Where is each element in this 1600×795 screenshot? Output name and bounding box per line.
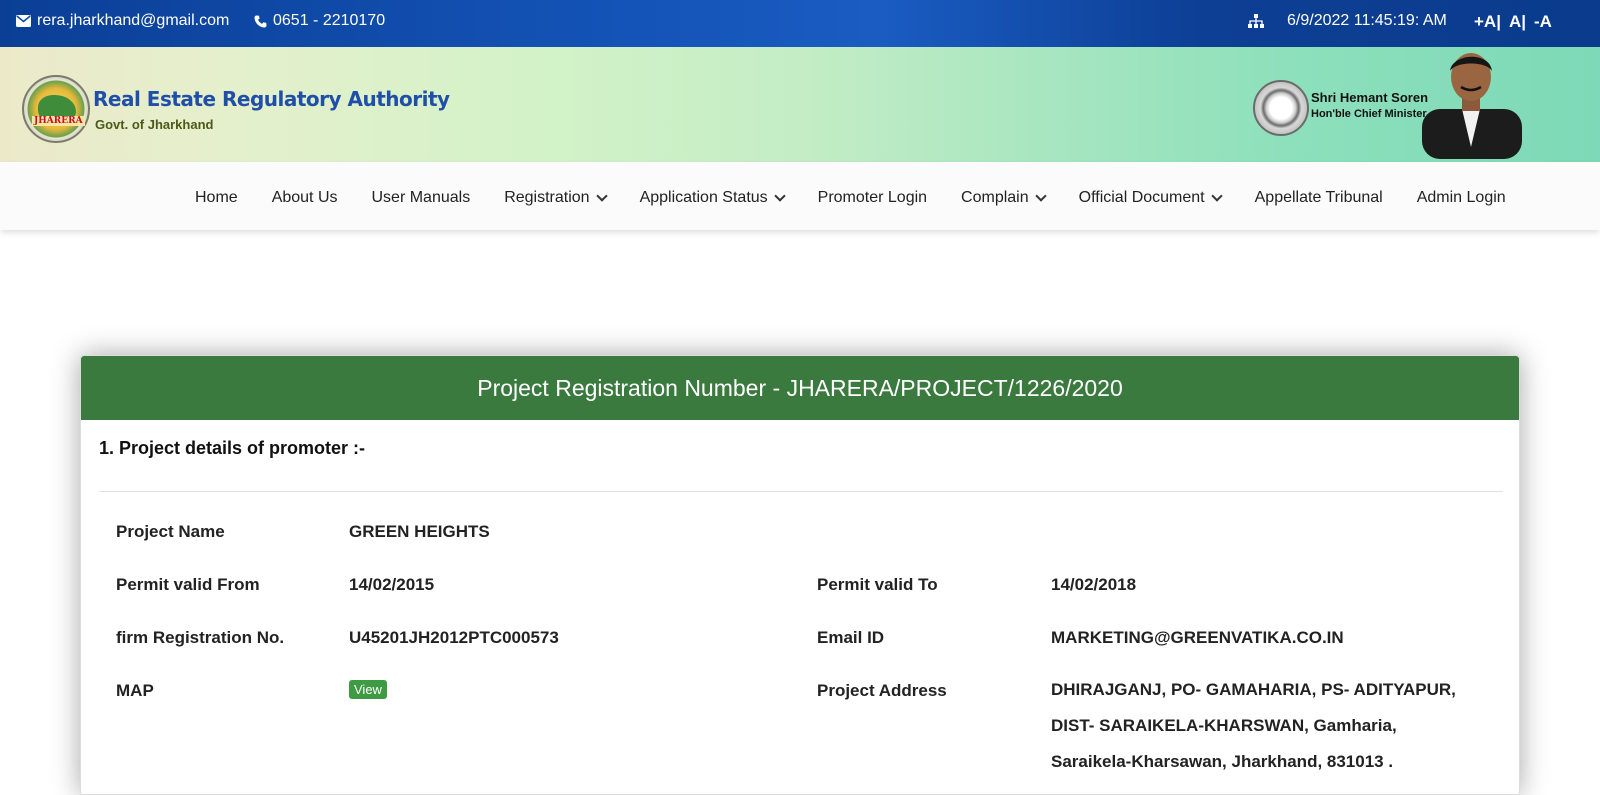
site-title: Real Estate Regulatory Authority bbox=[93, 87, 450, 111]
nav-admin-login[interactable]: Admin Login bbox=[1400, 176, 1523, 220]
nav-promoter-login-label: Promoter Login bbox=[817, 189, 928, 206]
cm-name: Shri Hemant Soren bbox=[1311, 90, 1429, 105]
sitemap-icon bbox=[1248, 14, 1264, 28]
main-nav: Home About Us User Manuals Registration … bbox=[0, 162, 1600, 230]
email-id-label: Email ID bbox=[817, 628, 885, 647]
project-name-value: GREEN HEIGHTS bbox=[349, 522, 490, 541]
phone-text: 0651 - 2210170 bbox=[273, 12, 386, 29]
envelope-icon bbox=[16, 15, 31, 27]
chevron-down-icon bbox=[595, 190, 608, 202]
nav-app-status-label: Application Status bbox=[639, 189, 768, 206]
chevron-down-icon bbox=[1034, 190, 1047, 202]
font-size-controls: +A| A| -A bbox=[1474, 12, 1552, 32]
header-banner: JHARERA Real Estate Regulatory Authority… bbox=[0, 47, 1600, 162]
email-text: rera.jharkhand@gmail.com bbox=[37, 12, 230, 29]
map-label: MAP bbox=[116, 681, 154, 700]
section-title: 1. Project details of promoter :- bbox=[99, 438, 366, 458]
nav-complain[interactable]: Complain bbox=[944, 176, 1062, 220]
nav-official-document-label: Official Document bbox=[1078, 189, 1205, 206]
project-details-card: Project Registration Number - JHARERA/PR… bbox=[80, 355, 1520, 795]
email-id-value: MARKETING@GREENVATIKA.CO.IN bbox=[1051, 628, 1344, 647]
state-emblem-icon bbox=[1253, 80, 1309, 136]
permit-from-value: 14/02/2015 bbox=[349, 575, 435, 594]
divider bbox=[99, 491, 1503, 492]
font-normal-button[interactable]: A| bbox=[1509, 12, 1526, 32]
phone-icon bbox=[254, 15, 267, 27]
nav-about-us[interactable]: About Us bbox=[255, 176, 355, 220]
nav-manuals-label: User Manuals bbox=[371, 189, 471, 206]
firm-registration-value: U45201JH2012PTC000573 bbox=[349, 628, 559, 647]
permit-from-label: Permit valid From bbox=[116, 575, 260, 594]
chevron-down-icon bbox=[773, 190, 786, 202]
jharera-logo[interactable]: JHARERA bbox=[22, 75, 90, 143]
cm-role: Hon'ble Chief Minister bbox=[1311, 108, 1427, 120]
nav-registration-label: Registration bbox=[504, 189, 590, 206]
nav-appellate-tribunal[interactable]: Appellate Tribunal bbox=[1238, 176, 1400, 220]
nav-registration[interactable]: Registration bbox=[487, 176, 622, 220]
sitemap-link[interactable] bbox=[1248, 14, 1264, 29]
nav-home-label: Home bbox=[195, 189, 238, 206]
font-decrease-button[interactable]: -A bbox=[1534, 12, 1552, 32]
chief-minister-photo bbox=[1422, 53, 1522, 159]
permit-to-value: 14/02/2018 bbox=[1051, 575, 1137, 594]
logo-tag: JHARERA bbox=[32, 116, 85, 126]
font-increase-button[interactable]: +A| bbox=[1474, 12, 1501, 32]
nav-application-status[interactable]: Application Status bbox=[623, 176, 801, 220]
nav-home[interactable]: Home bbox=[195, 176, 255, 220]
project-address-value: DHIRAJGANJ, PO- GAMAHARIA, PS- ADITYAPUR… bbox=[1051, 680, 1456, 771]
nav-appellate-label: Appellate Tribunal bbox=[1254, 189, 1383, 206]
project-address-label: Project Address bbox=[817, 681, 947, 700]
current-datetime: 6/9/2022 11:45:19: AM bbox=[1287, 12, 1447, 29]
nav-about-label: About Us bbox=[271, 189, 338, 206]
permit-to-label: Permit valid To bbox=[817, 575, 938, 594]
nav-complain-label: Complain bbox=[961, 189, 1029, 206]
nav-promoter-login[interactable]: Promoter Login bbox=[801, 176, 944, 220]
project-name-label: Project Name bbox=[116, 522, 225, 541]
site-subtitle: Govt. of Jharkhand bbox=[95, 117, 214, 132]
contact-phone[interactable]: 0651 - 2210170 bbox=[254, 12, 385, 30]
contact-email[interactable]: rera.jharkhand@gmail.com bbox=[16, 12, 229, 30]
nav-admin-login-label: Admin Login bbox=[1416, 189, 1506, 206]
registration-number-header: Project Registration Number - JHARERA/PR… bbox=[81, 356, 1519, 420]
top-bar: rera.jharkhand@gmail.com 0651 - 2210170 … bbox=[0, 0, 1600, 47]
nav-user-manuals[interactable]: User Manuals bbox=[355, 176, 488, 220]
nav-official-document[interactable]: Official Document bbox=[1062, 176, 1238, 220]
firm-registration-label: firm Registration No. bbox=[116, 628, 285, 647]
chevron-down-icon bbox=[1210, 190, 1223, 202]
map-view-button[interactable]: View bbox=[349, 680, 387, 699]
